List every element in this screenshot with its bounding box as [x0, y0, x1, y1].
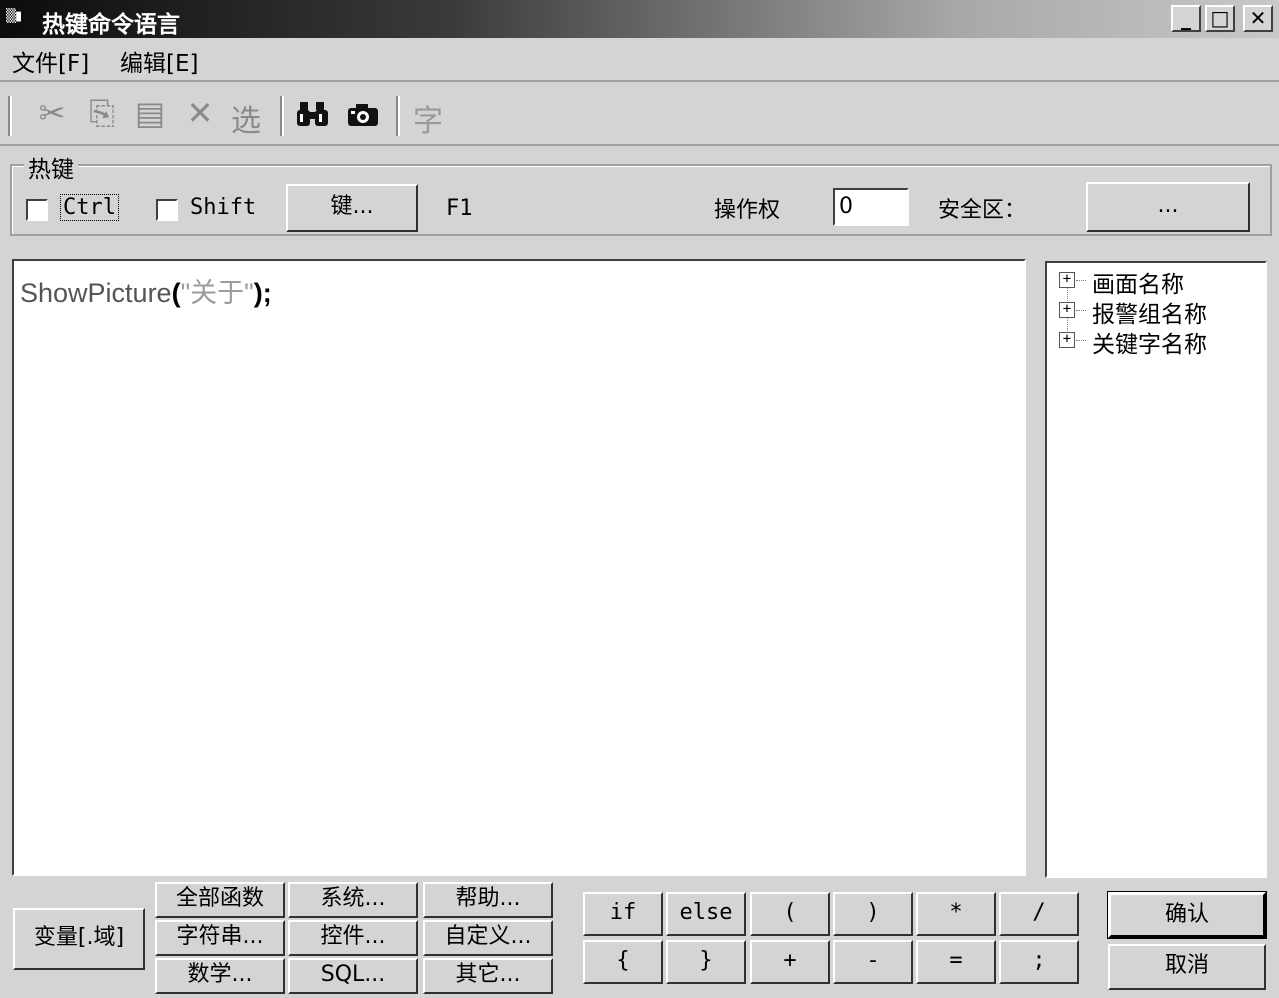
camera-icon[interactable]: [346, 102, 380, 128]
expand-icon[interactable]: +: [1059, 332, 1075, 348]
op-semicolon-button[interactable]: ;: [999, 940, 1079, 984]
op-lparen-button[interactable]: (: [750, 892, 830, 936]
maximize-button[interactable]: □: [1205, 5, 1235, 32]
op-equals-button[interactable]: =: [916, 940, 996, 984]
window-title: 热键命令语言: [42, 12, 180, 38]
menu-edit[interactable]: 编辑[E]: [120, 44, 198, 78]
op-else-button[interactable]: else: [666, 892, 746, 936]
paste-icon[interactable]: ▤: [132, 94, 168, 132]
variable-button[interactable]: 变量[.域]: [13, 908, 145, 970]
select-button[interactable]: 选: [228, 96, 264, 140]
op-minus-button[interactable]: -: [833, 940, 913, 984]
op-divide-button[interactable]: /: [999, 892, 1079, 936]
binoculars-icon[interactable]: [296, 100, 330, 130]
sql-button[interactable]: SQL...: [288, 958, 418, 994]
all-functions-button[interactable]: 全部函数: [155, 882, 285, 918]
permission-label: 操作权: [714, 198, 781, 223]
op-if-button[interactable]: if: [583, 892, 663, 936]
hotkey-group-title: 热键: [24, 150, 78, 184]
delete-icon[interactable]: ✕: [182, 94, 218, 132]
tree-connector: [1076, 280, 1086, 281]
minimize-button[interactable]: _: [1171, 5, 1201, 32]
op-rparen-button[interactable]: ): [833, 892, 913, 936]
key-button[interactable]: 键...: [286, 184, 418, 232]
code-editor[interactable]: ShowPicture("关于");: [12, 259, 1026, 876]
tree-connector: [1076, 340, 1086, 341]
toolbar: ✂ ⎘ ▤ ✕ 选 字: [0, 84, 1279, 146]
cancel-button[interactable]: 取消: [1108, 944, 1266, 990]
name-tree: + 画面名称 + 报警组名称 + 关键字名称: [1045, 261, 1267, 878]
op-multiply-button[interactable]: *: [916, 892, 996, 936]
tree-item-label: 关键字名称: [1092, 332, 1207, 358]
op-rbrace-button[interactable]: }: [666, 940, 746, 984]
tree-connector: [1076, 310, 1086, 311]
ctrl-label[interactable]: Ctrl: [60, 194, 119, 221]
control-button[interactable]: 控件...: [288, 920, 418, 956]
help-button[interactable]: 帮助...: [423, 882, 553, 918]
menu-bar: 文件[F] 编辑[E]: [0, 40, 1279, 82]
app-icon: ▒▮: [6, 9, 22, 24]
op-plus-button[interactable]: +: [750, 940, 830, 984]
font-button[interactable]: 字: [410, 96, 446, 140]
op-lbrace-button[interactable]: {: [583, 940, 663, 984]
shift-label[interactable]: Shift: [190, 195, 256, 220]
code-string: "关于": [180, 278, 254, 308]
permission-input[interactable]: 0: [833, 188, 909, 226]
code-paren-close: );: [253, 278, 272, 308]
math-button[interactable]: 数学...: [155, 958, 285, 994]
copy-icon[interactable]: ⎘: [84, 94, 120, 133]
toolbar-separator: [8, 96, 12, 136]
ctrl-checkbox[interactable]: [26, 199, 48, 221]
code-paren-open: (: [171, 278, 181, 308]
expand-icon[interactable]: +: [1059, 302, 1075, 318]
toolbar-separator: [396, 96, 400, 136]
expand-icon[interactable]: +: [1059, 272, 1075, 288]
system-button[interactable]: 系统...: [288, 882, 418, 918]
close-button[interactable]: ✕: [1243, 5, 1273, 32]
security-label: 安全区：: [938, 198, 1027, 223]
code-line: ShowPicture("关于");: [20, 271, 272, 310]
toolbar-separator: [280, 96, 284, 136]
tree-item-label: 画面名称: [1092, 272, 1184, 298]
menu-file[interactable]: 文件[F]: [12, 44, 89, 78]
string-button[interactable]: 字符串...: [155, 920, 285, 956]
security-button[interactable]: ...: [1086, 182, 1250, 232]
custom-button[interactable]: 自定义...: [423, 920, 553, 956]
hotkey-value: F1: [446, 196, 473, 221]
title-bar[interactable]: ▒▮ 热键命令语言 _ □ ✕: [0, 0, 1279, 38]
cut-icon[interactable]: ✂: [34, 94, 70, 132]
ok-button[interactable]: 确认: [1107, 891, 1267, 939]
code-function: ShowPicture: [20, 278, 172, 308]
shift-checkbox[interactable]: [156, 199, 178, 221]
other-button[interactable]: 其它...: [423, 958, 553, 994]
tree-item-label: 报警组名称: [1092, 302, 1207, 328]
